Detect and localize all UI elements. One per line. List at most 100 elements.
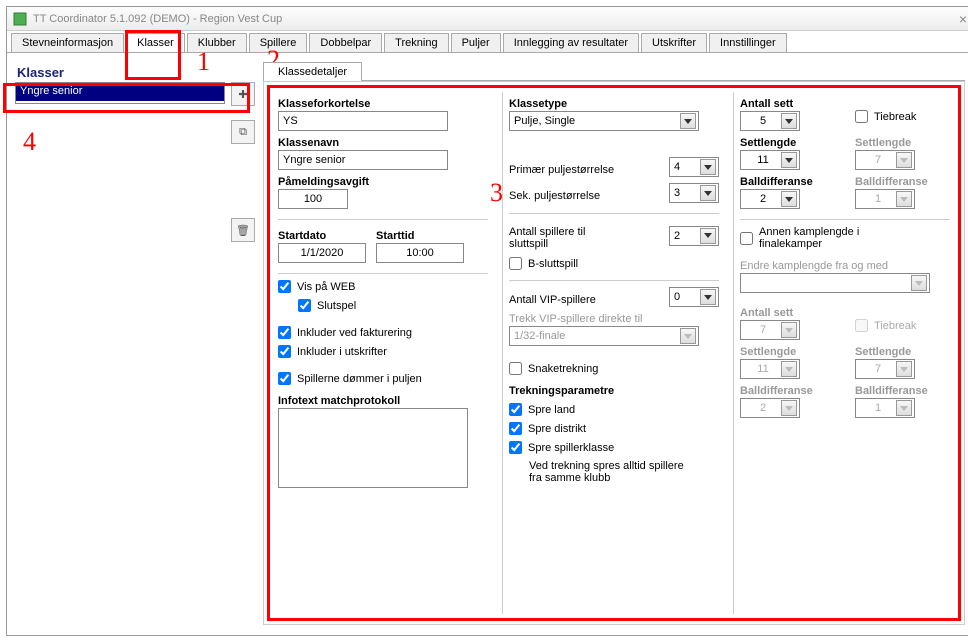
inkluder-fakturering-checkbox[interactable]: Inkluder ved fakturering <box>278 326 488 339</box>
tab-spillere[interactable]: Spillere <box>249 33 308 52</box>
settlengde3-label: Settlengde <box>740 346 835 358</box>
spre-land-checkbox[interactable]: Spre land <box>509 403 719 416</box>
tab-klubber[interactable]: Klubber <box>187 33 247 52</box>
trash-icon: 🗑 <box>236 224 250 237</box>
balldiff-label: Balldifferanse <box>740 176 835 188</box>
detail-panel: 3 Klasseforkortelse Klassenavn Påmelding… <box>263 81 965 625</box>
antall-sluttspill-select[interactable]: 2 <box>669 226 719 246</box>
vis-web-checkbox[interactable]: Vis på WEB <box>278 280 488 293</box>
delete-button[interactable]: 🗑 <box>231 218 255 242</box>
chevron-down-icon <box>896 152 912 168</box>
chevron-down-icon <box>700 185 716 201</box>
klasseforkortelse-input[interactable] <box>278 111 448 131</box>
chevron-down-icon <box>896 191 912 207</box>
trekk-vip-label: Trekk VIP-spillere direkte til <box>509 313 719 325</box>
chevron-down-icon <box>700 228 716 244</box>
app-icon <box>13 12 27 26</box>
sek-pulje-select[interactable]: 3 <box>669 183 719 203</box>
chevron-down-icon <box>896 361 912 377</box>
settlengde3-select: 11 <box>740 359 800 379</box>
tab-innstillinger[interactable]: Innstillinger <box>709 33 787 52</box>
balldiff4-label: Balldifferanse <box>855 385 950 397</box>
add-button[interactable]: ✚ <box>231 82 255 106</box>
klasser-heading: Klasser <box>17 65 255 80</box>
main-tabs: Stevneinformasjon Klasser Klubber Spille… <box>7 31 968 53</box>
slutspel-checkbox[interactable]: Slutspel <box>298 299 488 312</box>
infotext-label: Infotext matchprotokoll <box>278 395 488 407</box>
tiebreak-checkbox[interactable]: Tiebreak <box>855 110 950 123</box>
primar-pulje-label: Primær puljestørrelse <box>509 164 614 176</box>
balldiff2-select: 1 <box>855 189 915 209</box>
annen-kamplengde-checkbox[interactable]: Annen kamplengde i finalekamper <box>740 226 950 250</box>
startdato-label: Startdato <box>278 230 366 242</box>
antall-vip-select[interactable]: 0 <box>669 287 719 307</box>
endre-kamplengde-select <box>740 273 930 293</box>
chevron-down-icon <box>896 400 912 416</box>
antall-sluttspill-label: Antall spillere til sluttspill <box>509 226 619 250</box>
chevron-down-icon <box>680 328 696 344</box>
app-window: TT Coordinator 5.1.092 (DEMO) - Region V… <box>6 6 968 636</box>
tab-innlegging[interactable]: Innlegging av resultater <box>503 33 639 52</box>
balldiff2-label: Balldifferanse <box>855 176 950 188</box>
spillerne-dommer-checkbox[interactable]: Spillerne dømmer i puljen <box>278 372 488 385</box>
klassenavn-input[interactable] <box>278 150 448 170</box>
chevron-down-icon <box>781 152 797 168</box>
primar-pulje-select[interactable]: 4 <box>669 157 719 177</box>
copy-icon: ⧉ <box>239 126 247 139</box>
ved-trekning-note: Ved trekning spres alltid spillere fra s… <box>529 460 689 484</box>
window-title: TT Coordinator 5.1.092 (DEMO) - Region V… <box>33 13 282 25</box>
tab-utskrifter[interactable]: Utskrifter <box>641 33 707 52</box>
tab-klassedetaljer[interactable]: Klassedetaljer <box>263 62 362 81</box>
trekparam-label: Trekningsparametre <box>509 385 719 397</box>
tab-stevneinformasjon[interactable]: Stevneinformasjon <box>11 33 124 52</box>
klassetype-select[interactable]: Pulje, Single <box>509 111 699 131</box>
chevron-down-icon <box>781 361 797 377</box>
spre-distrikt-checkbox[interactable]: Spre distrikt <box>509 422 719 435</box>
col-right: Antall sett 5 Tiebreak Settlengde 11 <box>733 92 956 614</box>
starttid-input[interactable] <box>376 243 464 263</box>
chevron-down-icon <box>781 191 797 207</box>
settlengde4-select: 7 <box>855 359 915 379</box>
balldiff4-select: 1 <box>855 398 915 418</box>
sek-pulje-label: Sek. puljestørrelse <box>509 190 600 202</box>
spre-spillerklasse-checkbox[interactable]: Spre spillerklasse <box>509 441 719 454</box>
klasser-list[interactable]: Yngre senior <box>15 82 225 104</box>
snaketrekning-checkbox[interactable]: Snaketrekning <box>509 362 719 375</box>
settlengde-select[interactable]: 11 <box>740 150 800 170</box>
tab-dobbelpar[interactable]: Dobbelpar <box>309 33 382 52</box>
inkluder-utskrifter-checkbox[interactable]: Inkluder i utskrifter <box>278 345 488 358</box>
tab-klasser[interactable]: Klasser <box>126 33 185 52</box>
klasseforkortelse-label: Klasseforkortelse <box>278 98 488 110</box>
col-mid: Klassetype Pulje, Single Primær puljestø… <box>502 92 725 614</box>
plus-icon: ✚ <box>238 88 247 101</box>
chevron-down-icon <box>680 113 696 129</box>
chevron-down-icon <box>700 159 716 175</box>
chevron-down-icon <box>700 289 716 305</box>
b-sluttspill-checkbox[interactable]: B-sluttspill <box>509 257 719 270</box>
detail-tabs: Klassedetaljer <box>263 61 965 81</box>
close-icon[interactable]: × <box>959 11 967 27</box>
klasser-list-item[interactable]: Yngre senior <box>16 83 224 101</box>
settlengde2-label: Settlengde <box>855 137 950 149</box>
content-area: Klasser Yngre senior ✚ ⧉ 🗑 4 2 Klassedet <box>7 53 968 631</box>
starttid-label: Starttid <box>376 230 464 242</box>
copy-button[interactable]: ⧉ <box>231 120 255 144</box>
balldiff3-select: 2 <box>740 398 800 418</box>
tab-puljer[interactable]: Puljer <box>451 33 501 52</box>
pameldingsavgift-input[interactable] <box>278 189 348 209</box>
tab-trekning[interactable]: Trekning <box>384 33 448 52</box>
balldiff3-label: Balldifferanse <box>740 385 835 397</box>
klassetype-label: Klassetype <box>509 98 719 110</box>
chevron-down-icon <box>781 113 797 129</box>
left-column: Klasser Yngre senior ✚ ⧉ 🗑 4 <box>15 59 255 625</box>
startdato-input[interactable] <box>278 243 366 263</box>
antall-sett2-select: 7 <box>740 320 800 340</box>
titlebar: TT Coordinator 5.1.092 (DEMO) - Region V… <box>7 7 968 31</box>
tiebreak2-checkbox: Tiebreak <box>855 319 950 332</box>
settlengde-label: Settlengde <box>740 137 835 149</box>
balldiff-select[interactable]: 2 <box>740 189 800 209</box>
infotext-textarea[interactable] <box>278 408 468 488</box>
klassenavn-label: Klassenavn <box>278 137 488 149</box>
antall-sett-select[interactable]: 5 <box>740 111 800 131</box>
antall-vip-label: Antall VIP-spillere <box>509 294 596 306</box>
